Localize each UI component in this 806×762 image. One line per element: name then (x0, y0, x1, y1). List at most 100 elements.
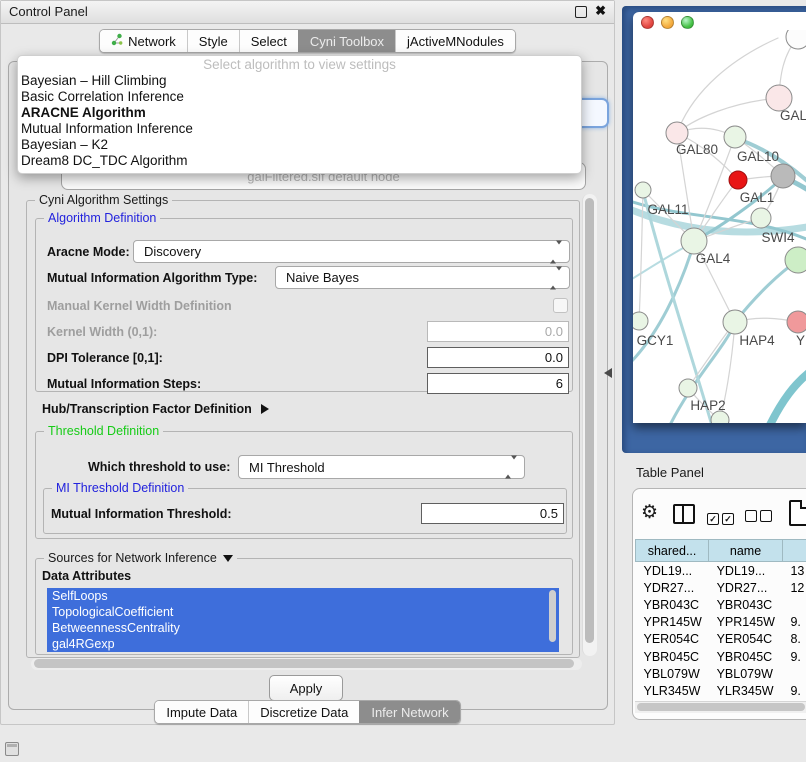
tab-label: Impute Data (166, 705, 237, 720)
manual-kernel-width-label: Manual Kernel Width Definition (47, 299, 232, 313)
network-svg[interactable]: GALGAL80GAL10GAL11GAL1SWI4GAL4GCY1HAP4YH… (633, 30, 806, 423)
algorithm-option-basic-correlation-inference[interactable]: Basic Correlation Inference (18, 89, 581, 105)
network-edge[interactable] (677, 38, 778, 133)
network-node-gal1[interactable] (751, 208, 771, 228)
kernel-width-label: Kernel Width (0,1): (47, 325, 157, 339)
mi-threshold-field[interactable]: 0.5 (421, 503, 564, 524)
algorithm-definition-title: Algorithm Definition (44, 211, 160, 225)
algorithm-option-dream8-dc-tdc-algorithm[interactable]: Dream8 DC_TDC Algorithm (18, 153, 581, 169)
tab-label: Infer Network (371, 705, 448, 720)
mouse-cursor (604, 368, 612, 378)
table-horizontal-scrollbar[interactable] (635, 701, 806, 713)
minimized-panel-icon[interactable] (5, 742, 19, 756)
export-table-icon[interactable] (789, 500, 806, 526)
dpi-tolerance-field[interactable]: 0.0 (427, 347, 569, 368)
settings-vertical-scrollbar[interactable] (582, 194, 597, 656)
network-node-gcy1[interactable] (633, 312, 648, 330)
network-node-gal11[interactable] (635, 182, 651, 198)
tab-network[interactable]: Network (100, 30, 187, 52)
tab-infer-network[interactable]: Infer Network (359, 701, 459, 723)
table-row[interactable]: YBR043CYBR043C (636, 596, 806, 613)
attribute-item-gal4rgexp[interactable]: gal4RGexp (47, 636, 559, 652)
cyni-algorithm-settings-title: Cyni Algorithm Settings (35, 193, 172, 207)
network-node-hap4[interactable] (723, 310, 747, 334)
aracne-mode-value: Discovery (144, 244, 201, 259)
close-icon[interactable]: ✖ (595, 3, 606, 19)
network-node[interactable] (729, 171, 747, 189)
tab-style[interactable]: Style (187, 30, 239, 52)
float-window-icon[interactable] (575, 6, 587, 18)
column-header-name[interactable]: name (709, 540, 783, 562)
table-row[interactable]: YPR145WYPR145W9. (636, 614, 806, 631)
table-row[interactable]: YDR27...YDR27...12 (636, 579, 806, 596)
hub-section-toggle[interactable]: Hub/Transcription Factor Definition (42, 400, 269, 418)
manual-kernel-width-checkbox[interactable] (553, 298, 568, 313)
apply-button[interactable]: Apply (269, 675, 343, 701)
network-node-gal10[interactable] (724, 126, 746, 148)
attribute-item-topologicalcoefficient[interactable]: TopologicalCoefficient (47, 604, 559, 620)
table-row[interactable]: YER054CYER054C8. (636, 631, 806, 648)
threshold-definition-title: Threshold Definition (44, 424, 163, 438)
table-row[interactable]: YBL079WYBL079W (636, 665, 806, 682)
tab-impute-data[interactable]: Impute Data (155, 701, 248, 723)
network-node[interactable] (786, 30, 806, 49)
tab-jactivemnodules[interactable]: jActiveMNodules (395, 30, 515, 52)
list-scrollbar[interactable] (549, 590, 556, 642)
network-node-swi4[interactable] (785, 247, 806, 273)
mi-algorithm-type-combo[interactable]: Naive Bayes (275, 266, 570, 289)
kernel-width-field[interactable]: 0.0 (427, 321, 569, 342)
algorithm-option-bayesian-k2[interactable]: Bayesian – K2 (18, 137, 581, 153)
node-label-gal4: GAL4 (696, 251, 731, 266)
table-cell: 9. (782, 682, 806, 699)
table-row[interactable]: YLR345WYLR345W9. (636, 682, 806, 699)
attribute-item-selfloops[interactable]: SelfLoops (47, 588, 559, 604)
table-cell: 12 (782, 579, 806, 596)
algorithm-option-mutual-information-inference[interactable]: Mutual Information Inference (18, 121, 581, 137)
network-node-hap2[interactable] (679, 379, 697, 397)
algorithm-option-bayesian-hill-climbing[interactable]: Bayesian – Hill Climbing (18, 73, 581, 89)
table-cell: 9. (782, 614, 806, 631)
tab-select[interactable]: Select (239, 30, 298, 52)
column-header-shared-[interactable]: shared... (636, 540, 709, 562)
attribute-item-betweennesscentrality[interactable]: BetweennessCentrality (47, 620, 559, 636)
settings-horizontal-scrollbar[interactable] (31, 658, 582, 670)
tab-label: jActiveMNodules (407, 34, 504, 49)
collapsed-arrow-icon (261, 404, 269, 414)
mi-algorithm-type-value: Naive Bayes (286, 270, 359, 285)
tab-discretize-data[interactable]: Discretize Data (248, 701, 359, 723)
mac-zoom-icon[interactable] (681, 16, 694, 29)
tab-cyni-toolbox[interactable]: Cyni Toolbox (298, 30, 395, 52)
data-attributes-list[interactable]: SelfLoopsTopologicalCoefficientBetweenne… (47, 588, 559, 652)
table-cell: 9. (782, 648, 806, 665)
deselect-all-checks-icon[interactable] (745, 509, 775, 527)
network-edge[interactable] (768, 368, 806, 423)
table-row[interactable]: YBR045CYBR045C9. (636, 648, 806, 665)
network-node[interactable] (771, 164, 795, 188)
mac-close-icon[interactable] (641, 16, 654, 29)
table-cell: YDL19... (709, 562, 783, 580)
control-panel-title: Control Panel (9, 4, 88, 19)
algorithm-option-aracne-algorithm[interactable]: ARACNE Algorithm (18, 105, 581, 121)
select-all-checks-icon[interactable]: ✓✓ (707, 509, 737, 527)
network-node-gal80[interactable] (666, 122, 688, 144)
table-cell: YBR043C (709, 596, 783, 613)
control-panel-tabs: NetworkStyleSelectCyni Toolbox jActiveMNo… (99, 29, 516, 53)
expanded-arrow-icon (223, 555, 233, 562)
table-panel: ⚙ ✓✓ shared...name YDL19...YDL19...13YDR… (632, 488, 806, 720)
table-row[interactable]: YDL19...YDL19...13 (636, 562, 806, 580)
aracne-mode-combo[interactable]: Discovery (133, 240, 570, 263)
which-threshold-combo[interactable]: MI Threshold (238, 455, 525, 479)
mi-steps-field[interactable]: 6 (427, 373, 569, 394)
network-node-y[interactable] (787, 311, 806, 333)
mac-minimize-icon[interactable] (661, 16, 674, 29)
node-label-gal80: GAL80 (676, 142, 718, 157)
stepper-arrows-icon (550, 244, 562, 259)
column-header-clipped[interactable] (782, 540, 806, 562)
gear-icon[interactable]: ⚙ (641, 502, 658, 524)
network-edge[interactable] (735, 261, 797, 322)
table-cell (782, 596, 806, 613)
split-view-icon[interactable] (673, 504, 695, 524)
network-window[interactable]: GALGAL80GAL10GAL11GAL1SWI4GAL4GCY1HAP4YH… (633, 12, 806, 423)
table-panel-title: Table Panel (636, 465, 704, 480)
sources-group-title[interactable]: Sources for Network Inference (44, 551, 237, 565)
